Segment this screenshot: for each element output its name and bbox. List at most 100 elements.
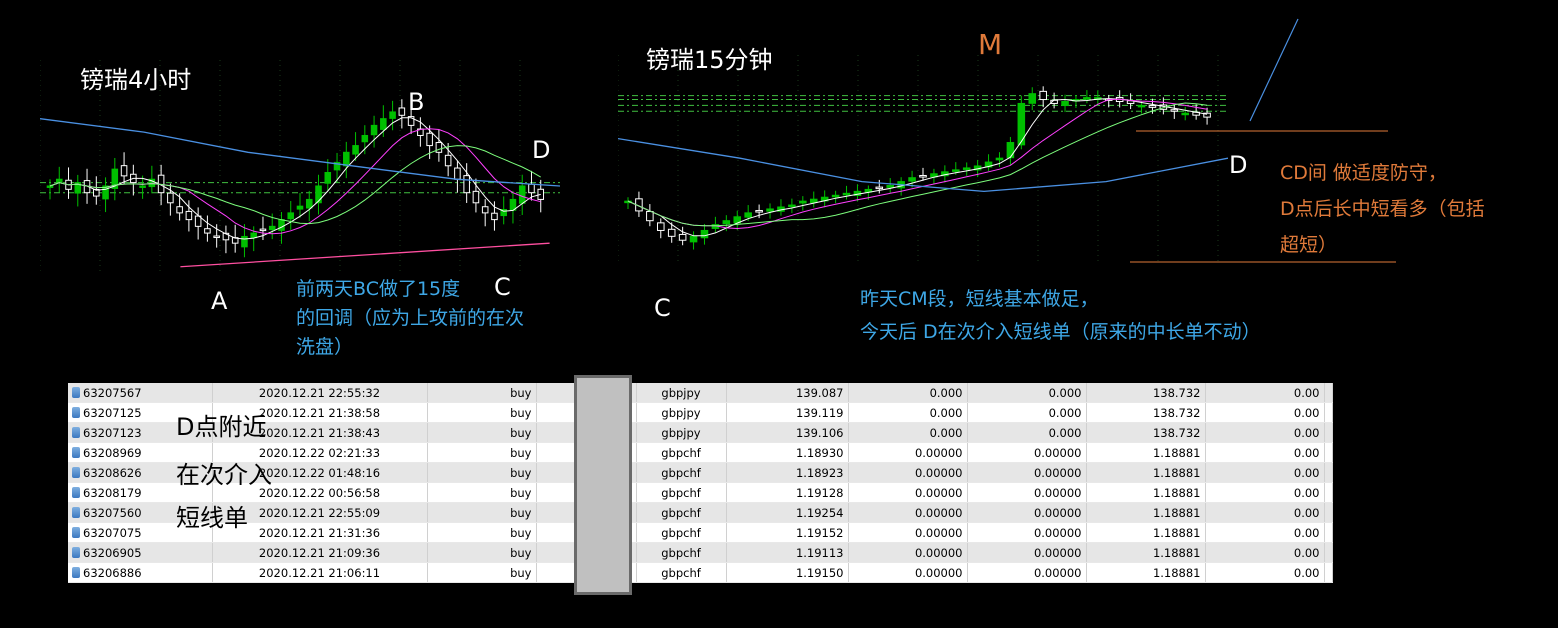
table-row[interactable]: 63206886 2020.12.21 21:06:11 buy gbpchf 1.19…: [68, 562, 1333, 583]
cell-price: 139.106: [726, 422, 849, 443]
sl-text: 0.000: [929, 425, 963, 440]
point-d-label-left: D: [532, 136, 551, 164]
type-text: buy: [510, 465, 532, 480]
candle-body: [766, 208, 774, 212]
candle-body: [324, 172, 332, 184]
symbol-text: gbpchf: [661, 505, 701, 520]
cell-profit: 0.00: [1205, 542, 1325, 563]
empty-cell: [1324, 482, 1333, 503]
candle-body: [491, 212, 498, 221]
overlay-note-line2: 在次介入: [176, 461, 272, 489]
ticket-text: 63207125: [83, 405, 142, 420]
candle-body: [167, 192, 174, 204]
candle-body: [678, 233, 687, 241]
cell-tp: 0.000: [967, 383, 1087, 403]
cell-ticket: 63206905: [68, 542, 213, 563]
cell-ticket: 63207567: [68, 383, 213, 403]
cell-profit: 0.00: [1205, 402, 1325, 423]
cell-symbol: gbpchf: [636, 542, 727, 563]
type-text: buy: [510, 445, 532, 460]
cell-symbol: gbpchf: [636, 462, 727, 483]
point-m-label: M: [978, 28, 1003, 61]
table-row[interactable]: 63207075 2020.12.21 21:31:36 buy gbpchf 1.19…: [68, 522, 1333, 543]
point-a-label: A: [211, 287, 228, 315]
profit-text: 0.00: [1293, 545, 1320, 560]
time-text: 2020.12.21 22:55:09: [258, 505, 381, 520]
cell-cur: 1.18881: [1086, 442, 1206, 463]
tp-text: 0.00000: [1033, 485, 1082, 500]
type-text: buy: [510, 565, 532, 580]
table-row[interactable]: 63207567 2020.12.21 22:55:32 buy gbpjpy 139.…: [68, 383, 1333, 403]
ticket-text: 63206886: [83, 565, 142, 580]
profit-text: 0.00: [1293, 405, 1320, 420]
cur-text: 1.18881: [1152, 565, 1201, 580]
candle-body: [809, 198, 818, 204]
cell-sl: 0.000: [848, 383, 968, 403]
left-note-line2: 的回调（应为上攻前的在次: [296, 307, 525, 329]
cell-tp: 0.000: [967, 422, 1087, 443]
cell-sl: 0.00000: [848, 502, 968, 523]
ticket-text: 63208969: [83, 445, 142, 460]
price-text: 1.18930: [795, 445, 844, 460]
candle-body: [528, 183, 535, 194]
time-text: 2020.12.21 21:09:36: [258, 545, 381, 560]
table-row[interactable]: 63206905 2020.12.21 21:09:36 buy gbpchf 1.19…: [68, 542, 1333, 563]
cur-text: 1.18881: [1152, 505, 1201, 520]
price-text: 1.19150: [795, 565, 844, 580]
cell-sl: 0.00000: [848, 542, 968, 563]
blue-diagonal-line: [1249, 18, 1299, 122]
redaction-box: [574, 375, 632, 595]
candle-body: [875, 186, 884, 190]
cell-price: 1.19128: [726, 482, 849, 503]
symbol-text: gbpchf: [661, 445, 701, 460]
cell-cur: 1.18881: [1086, 562, 1206, 583]
sl-text: 0.00000: [914, 545, 963, 560]
cell-profit: 0.00: [1205, 562, 1325, 583]
candle-body: [204, 228, 211, 234]
cell-cur: 138.732: [1086, 383, 1206, 403]
symbol-text: gbpchf: [661, 545, 701, 560]
cell-type: buy: [427, 462, 537, 483]
profit-text: 0.00: [1293, 445, 1320, 460]
cell-type: buy: [427, 562, 537, 583]
price-text: 139.106: [795, 425, 844, 440]
cur-text: 138.732: [1152, 405, 1201, 420]
ticket-text: 63207075: [83, 525, 142, 540]
cell-price: 1.18930: [726, 442, 849, 463]
candle-body: [268, 225, 276, 231]
ma-green-line: [627, 102, 1208, 227]
right-note: 昨天CM段，短线基本做足， 今天后 D在次介入短线单（原来的中长单不动）: [860, 283, 1261, 349]
type-text: buy: [510, 425, 532, 440]
cell-cur: 1.18881: [1086, 482, 1206, 503]
candle-body: [908, 177, 916, 182]
cur-text: 1.18881: [1152, 465, 1201, 480]
tp-text: 0.00000: [1033, 465, 1082, 480]
order-icon: [72, 526, 80, 538]
cell-cur: 1.18881: [1086, 502, 1206, 523]
cell-sl: 0.00000: [848, 522, 968, 543]
cell-type: buy: [427, 502, 537, 523]
cell-time: 2020.12.21 21:06:11: [212, 562, 428, 583]
overlay-note-line3: 短线单: [176, 504, 248, 532]
candle-body: [1039, 90, 1047, 101]
candle-body: [296, 205, 304, 210]
candle-body: [952, 169, 960, 172]
candle-body: [241, 235, 248, 248]
cell-sl: 0.00000: [848, 462, 968, 483]
cell-type: buy: [427, 482, 537, 503]
cell-symbol: gbpchf: [636, 502, 727, 523]
candle-body: [886, 185, 895, 188]
candle-body: [744, 212, 752, 218]
table-row[interactable]: 63207560 2020.12.21 22:55:09 buy gbpchf 1.19…: [68, 502, 1333, 523]
cell-profit: 0.00: [1205, 422, 1325, 443]
candle-body: [842, 192, 851, 196]
empty-cell: [1324, 522, 1333, 543]
cell-symbol: gbpchf: [636, 522, 727, 543]
candle-body: [799, 200, 807, 204]
sl-text: 0.00000: [914, 565, 963, 580]
strategy-line2: D点后长中短看多（包括: [1280, 198, 1485, 220]
cell-symbol: gbpchf: [636, 442, 727, 463]
cell-tp: 0.00000: [967, 522, 1087, 543]
profit-text: 0.00: [1293, 485, 1320, 500]
order-icon: [72, 446, 80, 458]
